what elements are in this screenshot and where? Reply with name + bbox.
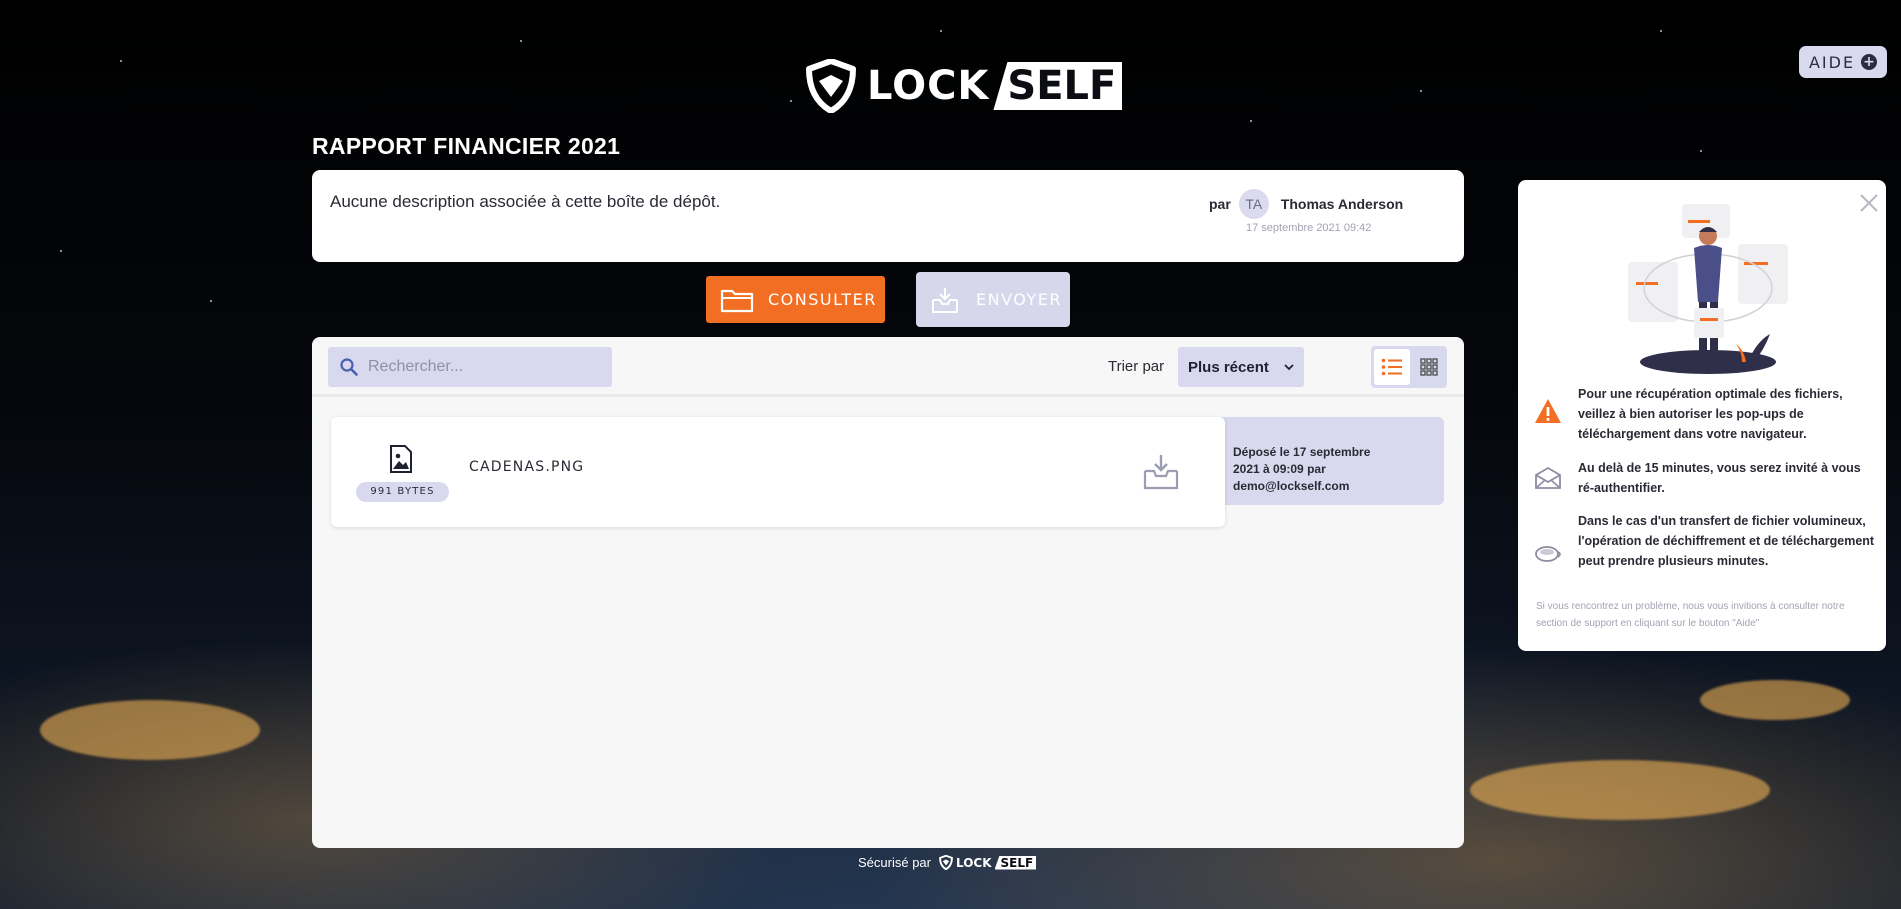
logo-text-lock: LOCK bbox=[867, 63, 990, 109]
created-date: 17 septembre 2021 09:42 bbox=[1246, 222, 1372, 234]
info-panel: Pour une récupération optimale des fichi… bbox=[1518, 180, 1886, 651]
shield-logo-icon bbox=[939, 855, 953, 870]
file-card[interactable]: 991 BYTES CADENAS.PNG bbox=[331, 417, 1225, 527]
deposit-line: 2021 à 09:09 par demo@lockself.com bbox=[1233, 462, 1350, 493]
image-file-icon bbox=[390, 445, 412, 473]
files-toolbar: Trier par Plus récent bbox=[312, 337, 1464, 397]
avatar: TA bbox=[1238, 189, 1269, 219]
coffee-icon bbox=[1535, 546, 1561, 562]
warning-icon bbox=[1535, 399, 1561, 423]
help-button[interactable]: AIDE + bbox=[1799, 46, 1887, 78]
send-button[interactable]: ENVOYER bbox=[916, 272, 1070, 327]
inbox-upload-icon bbox=[932, 287, 958, 313]
file-name: CADENAS.PNG bbox=[469, 459, 585, 475]
sort-label: Trier par bbox=[1108, 358, 1165, 375]
by-label: par bbox=[1209, 196, 1231, 212]
folder-icon bbox=[720, 289, 754, 312]
list-view-button[interactable] bbox=[1374, 349, 1410, 385]
grid-view-button[interactable] bbox=[1413, 349, 1445, 385]
dropbox-description: Aucune description associée à cette boît… bbox=[330, 192, 721, 211]
consult-button[interactable]: CONSULTER bbox=[706, 276, 885, 323]
footer: Sécurisé par LOCK SELF bbox=[858, 855, 1037, 870]
close-icon[interactable] bbox=[1858, 192, 1880, 214]
plus-icon: + bbox=[1861, 54, 1878, 70]
footer-logo-lock: LOCK bbox=[955, 855, 992, 870]
page-title: RAPPORT FINANCIER 2021 bbox=[312, 133, 621, 159]
shield-logo-icon bbox=[806, 59, 856, 113]
info-text-popups: Pour une récupération optimale des fichi… bbox=[1578, 387, 1843, 441]
file-deposit-info: Déposé le 17 septembre 2021 à 09:09 par … bbox=[1233, 444, 1443, 495]
logo-text-self: SELF bbox=[993, 62, 1123, 110]
sort-select[interactable]: Plus récent bbox=[1178, 347, 1304, 387]
lockself-logo: LOCK SELF bbox=[805, 59, 1123, 113]
send-label: ENVOYER bbox=[976, 290, 1062, 309]
envelope-icon bbox=[1535, 466, 1561, 489]
chevron-down-icon bbox=[1284, 363, 1294, 370]
file-size-badge: 991 BYTES bbox=[356, 482, 449, 502]
description-card: Aucune description associée à cette boît… bbox=[312, 170, 1464, 262]
sort-value: Plus récent bbox=[1188, 358, 1269, 376]
help-label: AIDE bbox=[1808, 52, 1856, 72]
city-lights bbox=[1700, 680, 1850, 720]
info-text-reauth: Au delà de 15 minutes, vous serez invité… bbox=[1578, 461, 1861, 495]
search-icon bbox=[340, 358, 358, 376]
city-lights bbox=[40, 700, 260, 760]
download-icon[interactable] bbox=[1142, 453, 1180, 491]
person-illustration-icon bbox=[1628, 204, 1788, 374]
consult-label: CONSULTER bbox=[768, 290, 877, 309]
files-panel: Trier par Plus récent bbox=[312, 337, 1464, 848]
support-note: Si vous rencontrez un problème, nous vou… bbox=[1536, 601, 1845, 629]
view-toggle bbox=[1371, 346, 1447, 388]
footer-logo-self: SELF bbox=[994, 855, 1037, 870]
search-input[interactable] bbox=[368, 358, 598, 376]
deposit-line: Déposé le 17 septembre bbox=[1233, 445, 1371, 459]
footer-logo: LOCK SELF bbox=[939, 855, 1037, 870]
info-text-large-file: Dans le cas d'un transfert de fichier vo… bbox=[1578, 514, 1875, 568]
list-item[interactable]: Déposé le 17 septembre 2021 à 09:09 par … bbox=[331, 417, 1444, 527]
grid-icon bbox=[1420, 358, 1438, 376]
secured-by-label: Sécurisé par bbox=[858, 855, 931, 870]
city-lights bbox=[1470, 760, 1770, 820]
search-box[interactable] bbox=[328, 347, 612, 387]
author-name: Thomas Anderson bbox=[1280, 196, 1404, 212]
list-icon bbox=[1381, 358, 1402, 376]
author-info: par TA Thomas Anderson bbox=[1209, 189, 1403, 219]
